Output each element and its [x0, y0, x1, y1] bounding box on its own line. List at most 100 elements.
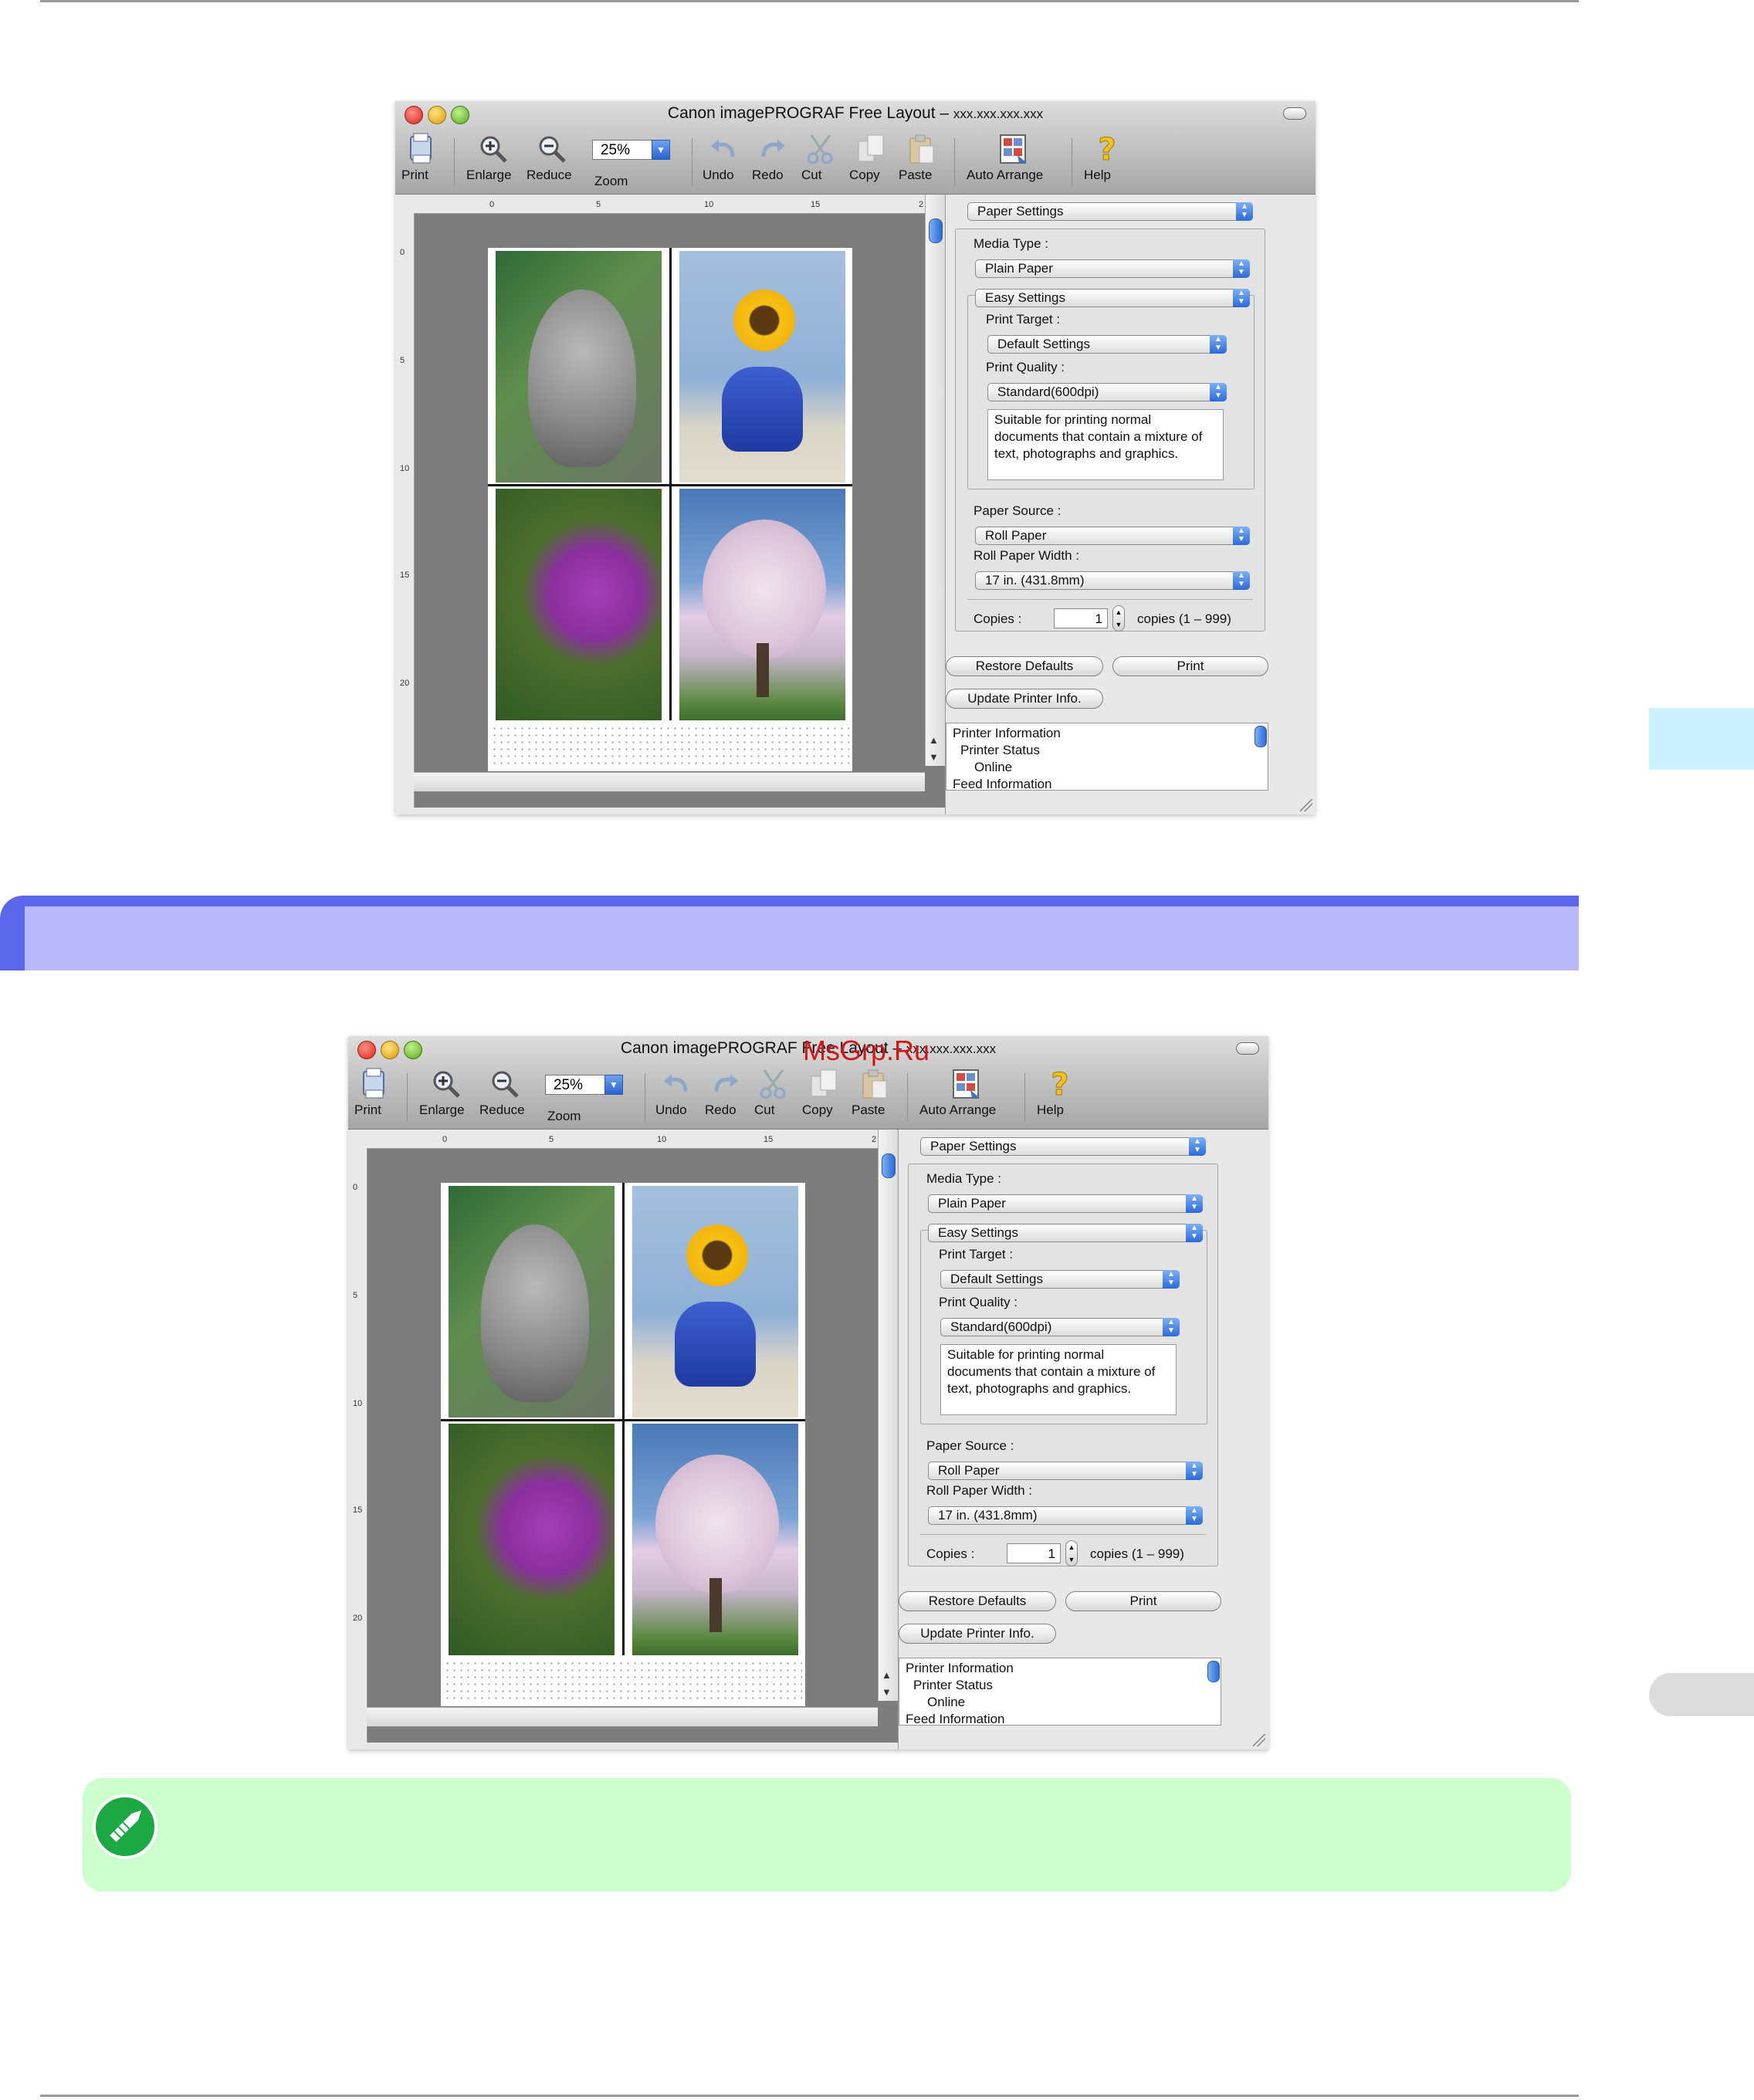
redo-icon [709, 1067, 743, 1101]
toolbar-undo-button[interactable]: Undo [703, 132, 744, 191]
canvas-vertical-scrollbar[interactable] [878, 1130, 899, 1701]
roll-width-select[interactable]: 17 in. (431.8mm) ▲ ▼ [975, 571, 1250, 590]
toolbar-label: Auto Arrange [967, 168, 1044, 182]
info-line: Online [927, 1695, 966, 1709]
toolbar-copy-button[interactable]: Copy [849, 132, 892, 191]
toolbar-undo-button[interactable]: Undo [655, 1067, 697, 1126]
roll-width-select[interactable]: 17 in. (431.8mm) ▲ ▼ [928, 1506, 1203, 1525]
toolbar-separator [907, 1073, 908, 1121]
print-quality-select[interactable]: Standard(600dpi) ▲ ▼ [940, 1318, 1180, 1336]
photo-bougainvillea[interactable] [449, 1424, 615, 1655]
settings-selector[interactable]: Paper Settings ▲ ▼ [967, 202, 1253, 221]
clipboard-icon [904, 132, 938, 166]
toolbar-print-button[interactable]: Print [354, 1067, 394, 1126]
print-button[interactable]: Print [1112, 656, 1268, 676]
restore-defaults-button[interactable]: Restore Defaults [946, 656, 1103, 676]
toolbar-redo-button[interactable]: Redo [752, 132, 794, 191]
copies-stepper[interactable]: ▲ ▼ [1112, 605, 1125, 632]
restore-defaults-button[interactable]: Restore Defaults [899, 1591, 1056, 1611]
print-target-select[interactable]: Default Settings ▲ ▼ [940, 1270, 1180, 1289]
mode-select[interactable]: Easy Settings ▲ ▼ [928, 1224, 1203, 1242]
toolbar-paste-button[interactable]: Paste [899, 132, 943, 191]
toolbar-reduce-button[interactable]: Reduce [527, 132, 577, 191]
svg-text:?: ? [1051, 1067, 1068, 1101]
side-tab-active[interactable] [1649, 708, 1754, 770]
update-printer-info-button[interactable]: Update Printer Info. [946, 689, 1103, 709]
paper-preview[interactable] [488, 248, 852, 771]
paper-source-select[interactable]: Roll Paper ▲ ▼ [975, 527, 1250, 545]
copies-input[interactable]: 1 [1054, 608, 1108, 628]
auto-arrange-icon [949, 1067, 983, 1101]
toolbar-print-button[interactable]: Print [401, 132, 442, 191]
canvas-vertical-scrollbar[interactable] [925, 195, 946, 766]
scroll-up-icon[interactable]: ▲ [882, 1669, 892, 1681]
toolbar-reduce-button[interactable]: Reduce [479, 1067, 530, 1126]
app-window: Canon imagePROGRAF Free Layout – xxx.xxx… [348, 1036, 1268, 1749]
media-type-label: Media Type : [974, 236, 1049, 251]
paper-source-label: Paper Source : [926, 1438, 1014, 1453]
photo-bougainvillea[interactable] [496, 489, 662, 720]
photo-sunflower[interactable] [679, 251, 845, 483]
photo-koala[interactable] [449, 1186, 615, 1418]
scrollbar-thumb[interactable] [1207, 1661, 1220, 1682]
copies-stepper[interactable]: ▲ ▼ [1065, 1540, 1078, 1567]
print-quality-select[interactable]: Standard(600dpi) ▲ ▼ [987, 383, 1227, 401]
update-printer-info-button[interactable]: Update Printer Info. [899, 1624, 1056, 1644]
toolbar-help-button[interactable]: ? Help [1084, 132, 1130, 191]
ruler-tick-label: 10 [657, 1135, 667, 1144]
media-type-select[interactable]: Plain Paper ▲ ▼ [975, 259, 1250, 278]
zoom-input[interactable]: 25% [545, 1075, 607, 1095]
photo-koala[interactable] [496, 251, 662, 483]
media-type-select[interactable]: Plain Paper ▲ ▼ [928, 1194, 1203, 1213]
scroll-down-icon[interactable]: ▼ [882, 1686, 892, 1698]
toolbar-label: Print [401, 168, 428, 182]
toolbar-auto-arrange-button[interactable]: Auto Arrange [919, 1067, 1012, 1126]
toolbar-paste-button[interactable]: Paste [852, 1067, 896, 1126]
scrollbar-thumb[interactable] [1255, 726, 1267, 747]
copies-input[interactable]: 1 [1007, 1543, 1061, 1563]
printer-info-list[interactable]: Printer Information Printer Status Online F… [946, 723, 1268, 791]
photo-cherry-tree[interactable] [679, 489, 845, 720]
toolbar-toggle-button[interactable] [1236, 1042, 1259, 1055]
toolbar-enlarge-button[interactable]: Enlarge [419, 1067, 473, 1126]
toolbar-copy-button[interactable]: Copy [802, 1067, 845, 1126]
toolbar-toggle-button[interactable] [1283, 107, 1306, 120]
photo-sunflower[interactable] [632, 1186, 798, 1418]
toolbar-help-button[interactable]: ? Help [1037, 1067, 1083, 1126]
scrollbar-thumb[interactable] [882, 1153, 896, 1178]
scrollbar-thumb[interactable] [929, 218, 943, 243]
scroll-down-icon[interactable]: ▼ [929, 751, 939, 763]
toolbar-cut-button[interactable]: Cut [801, 132, 840, 191]
zoom-input[interactable]: 25% [592, 140, 654, 160]
zoom-dropdown-button[interactable]: ▼ [652, 140, 670, 160]
canvas-horizontal-scrollbar[interactable] [414, 772, 925, 791]
copies-label: Copies : [926, 1546, 975, 1561]
side-tab[interactable] [1649, 1673, 1754, 1716]
updown-arrows-icon: ▲ ▼ [1186, 1224, 1203, 1242]
canvas-horizontal-scrollbar[interactable] [367, 1707, 878, 1726]
toolbar-label: Redo [752, 168, 784, 182]
settings-selector[interactable]: Paper Settings ▲ ▼ [920, 1137, 1206, 1156]
info-line: Feed Information [953, 777, 1052, 791]
svg-text:?: ? [1098, 132, 1116, 166]
info-line: Printer Status [960, 743, 1040, 757]
print-target-select[interactable]: Default Settings ▲ ▼ [987, 335, 1227, 354]
toolbar-redo-button[interactable]: Redo [705, 1067, 747, 1126]
photo-cherry-tree[interactable] [632, 1424, 798, 1655]
toolbar-auto-arrange-button[interactable]: Auto Arrange [967, 132, 1059, 191]
paper-source-select[interactable]: Roll Paper ▲ ▼ [928, 1462, 1203, 1480]
zoom-dropdown-button[interactable]: ▼ [604, 1075, 623, 1095]
zoom-out-icon [535, 132, 569, 166]
printer-info-list[interactable]: Printer Information Printer Status Online F… [899, 1658, 1221, 1726]
toolbar-enlarge-button[interactable]: Enlarge [466, 132, 520, 191]
mode-select[interactable]: Easy Settings ▲ ▼ [975, 289, 1250, 307]
toolbar-separator [1024, 1073, 1025, 1121]
toolbar-cut-button[interactable]: Cut [754, 1067, 793, 1126]
top-rule [40, 0, 1579, 2]
paper-preview[interactable] [441, 1183, 805, 1706]
resize-grip-icon[interactable] [1253, 1734, 1265, 1746]
scroll-up-icon[interactable]: ▲ [929, 734, 939, 746]
print-button[interactable]: Print [1065, 1591, 1221, 1611]
resize-grip-icon[interactable] [1300, 799, 1312, 811]
print-quality-label: Print Quality : [939, 1295, 1018, 1309]
